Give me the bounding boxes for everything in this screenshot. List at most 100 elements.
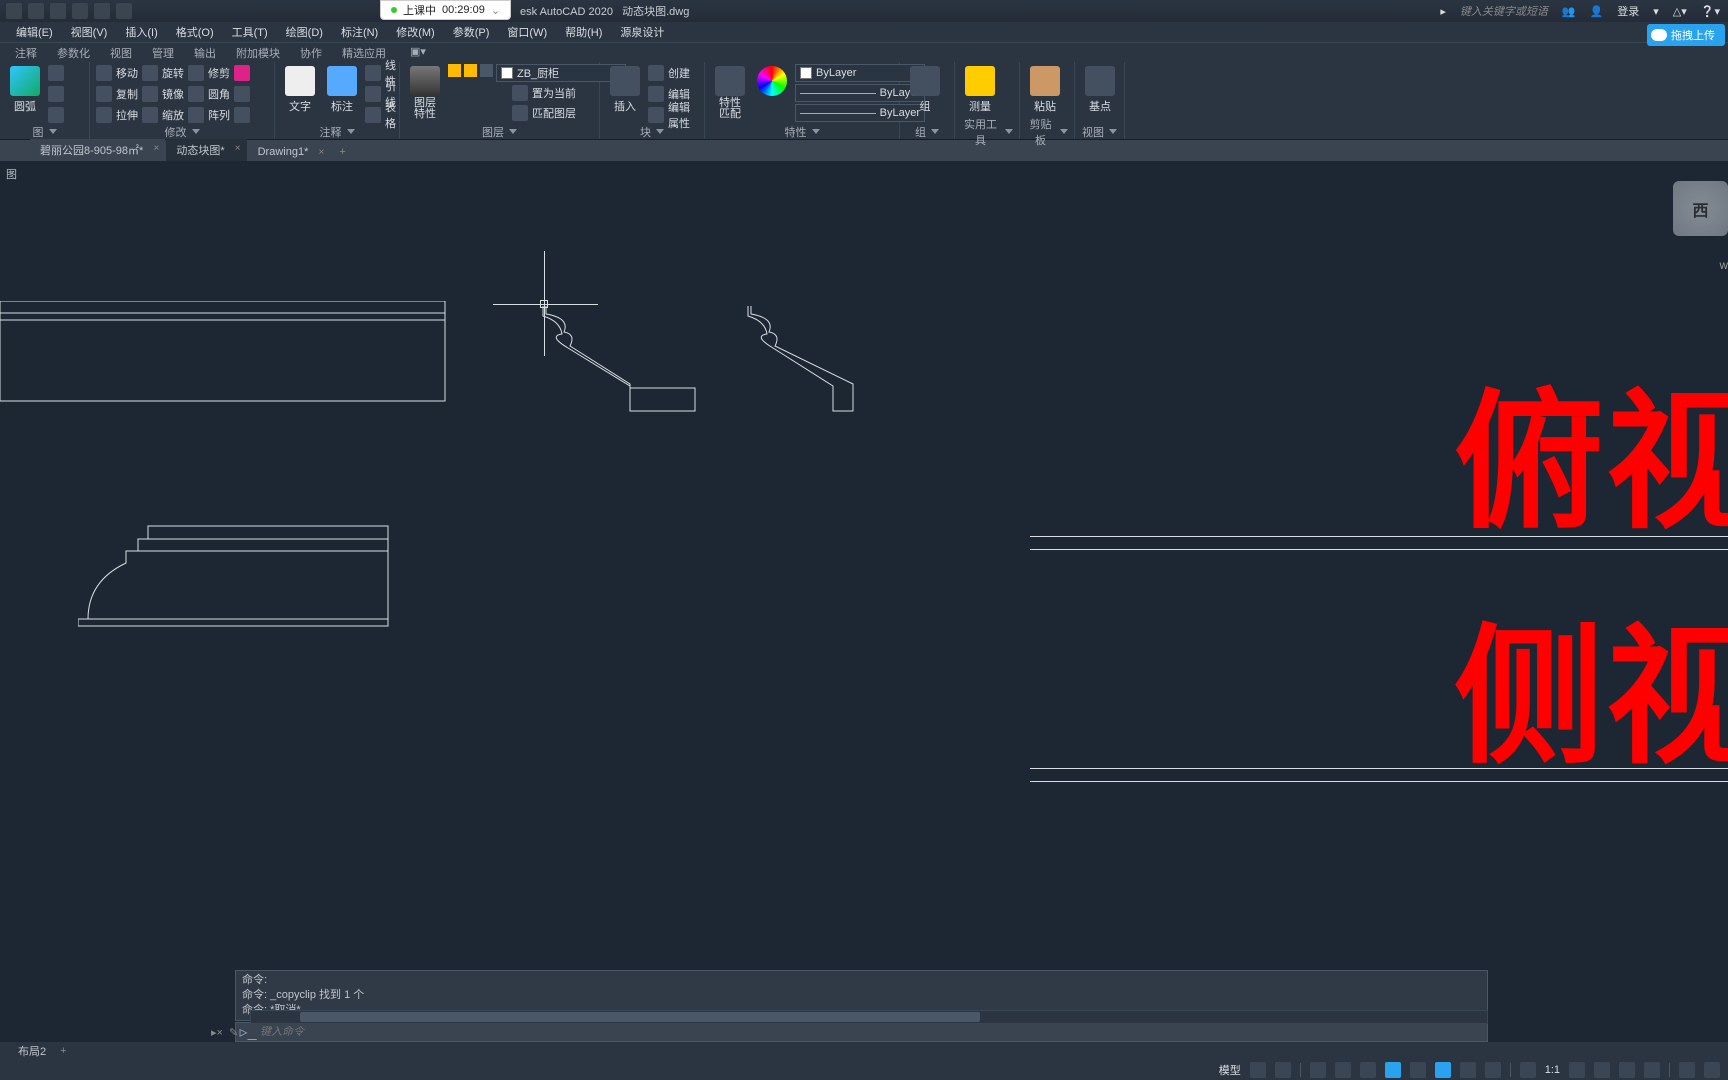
file-tab-0[interactable]: 碧丽公园8-905-98㎡*× xyxy=(30,139,165,161)
trim-button[interactable]: 修剪 xyxy=(188,64,230,82)
status-polar-icon[interactable] xyxy=(1335,1062,1351,1078)
set-current-button[interactable]: 置为当前 xyxy=(512,84,576,102)
help-icon[interactable]: ❔▾ xyxy=(1701,5,1720,18)
baidu-upload-button[interactable]: 拖拽上传 xyxy=(1647,24,1725,46)
menu-window[interactable]: 窗口(W) xyxy=(499,22,555,42)
scrollbar-thumb[interactable] xyxy=(300,1012,980,1022)
layer-ic-7[interactable] xyxy=(480,104,493,117)
eraser-button[interactable] xyxy=(234,64,250,82)
layer-ic-4[interactable] xyxy=(496,84,509,97)
status-ortho-icon[interactable] xyxy=(1310,1062,1326,1078)
scale-button[interactable]: 缩放 xyxy=(142,106,184,124)
rotate-button[interactable]: 旋转 xyxy=(142,64,184,82)
menu-edit[interactable]: 编辑(E) xyxy=(8,22,61,42)
rect-button[interactable] xyxy=(48,64,64,82)
status-otrack-icon[interactable] xyxy=(1435,1062,1451,1078)
panel-annot-expand-icon[interactable] xyxy=(347,129,355,134)
close-icon[interactable]: × xyxy=(153,143,159,154)
layer-ic-3[interactable] xyxy=(480,84,493,97)
panel-draw-expand-icon[interactable] xyxy=(49,129,57,134)
status-ws-icon[interactable] xyxy=(1619,1062,1635,1078)
status-trans-icon[interactable] xyxy=(1485,1062,1501,1078)
social-icon[interactable]: 👥 xyxy=(1562,5,1576,18)
mirror-button[interactable]: 镜像 xyxy=(142,85,184,103)
ribtab-annotate[interactable]: 注释 xyxy=(6,43,46,62)
status-anno-icon[interactable] xyxy=(1594,1062,1610,1078)
status-custom-icon[interactable] xyxy=(1704,1062,1720,1078)
insert-button[interactable]: 插入 xyxy=(606,64,644,124)
table-button[interactable]: 表格 xyxy=(365,106,396,124)
circle-button[interactable] xyxy=(48,85,64,103)
array-button[interactable]: 阵列 xyxy=(188,106,230,124)
explode-button[interactable] xyxy=(234,85,250,103)
ribtab-view[interactable]: 视图 xyxy=(101,43,141,62)
qat-print-icon[interactable] xyxy=(72,3,88,19)
ribtab-output[interactable]: 输出 xyxy=(185,43,225,62)
sun-icon[interactable] xyxy=(464,64,477,77)
offset-button[interactable] xyxy=(234,106,250,124)
status-lwt-icon[interactable] xyxy=(1460,1062,1476,1078)
cart-icon[interactable]: ▾ xyxy=(1653,5,1659,18)
copy-button[interactable]: 复制 xyxy=(96,85,138,103)
qat-save-icon[interactable] xyxy=(6,3,22,19)
move-button[interactable]: 移动 xyxy=(96,64,138,82)
status-monitor-icon[interactable] xyxy=(1644,1062,1660,1078)
status-snap-icon[interactable] xyxy=(1275,1062,1291,1078)
qat-saveall-icon[interactable] xyxy=(50,3,66,19)
menu-dim[interactable]: 标注(N) xyxy=(333,22,386,42)
create-block-button[interactable]: 创建 xyxy=(648,64,698,82)
login-link[interactable]: 登录 xyxy=(1617,3,1639,19)
match-layer-button[interactable]: 匹配图层 xyxy=(512,104,576,122)
layer-ic-2[interactable] xyxy=(464,84,477,97)
layer-ic-8[interactable] xyxy=(496,104,509,117)
status-3dosnap-icon[interactable] xyxy=(1410,1062,1426,1078)
close-icon[interactable]: × xyxy=(235,143,241,154)
group-button[interactable]: 组 xyxy=(906,64,944,124)
layer-ic-5[interactable] xyxy=(448,104,461,117)
menu-format[interactable]: 格式(O) xyxy=(168,22,222,42)
panel-clip-expand-icon[interactable] xyxy=(1060,129,1068,134)
panel-block-expand-icon[interactable] xyxy=(656,129,664,134)
match-props-button[interactable]: 特性 匹配 xyxy=(711,64,749,124)
horizontal-scrollbar[interactable] xyxy=(250,1010,1488,1024)
ribtab-expand-icon[interactable]: ▣▾ xyxy=(401,43,435,62)
command-line[interactable]: ▹_ xyxy=(235,1022,1488,1042)
ribtab-addin[interactable]: 附加模块 xyxy=(227,43,289,62)
qat-open-icon[interactable] xyxy=(28,3,44,19)
status-scale-value[interactable]: 1:1 xyxy=(1545,1064,1560,1076)
panel-util-expand-icon[interactable] xyxy=(1005,129,1013,134)
text-button[interactable]: 文字 xyxy=(281,64,319,124)
menu-help[interactable]: 帮助(H) xyxy=(557,22,610,42)
menu-modify[interactable]: 修改(M) xyxy=(388,22,443,42)
bulb-icon[interactable] xyxy=(448,64,461,77)
panel-view-expand-icon[interactable] xyxy=(1109,129,1117,134)
layer-ic-1[interactable] xyxy=(448,84,461,97)
qat-redo-icon[interactable] xyxy=(116,3,132,19)
dim-button[interactable]: 标注 xyxy=(323,64,361,124)
menu-view[interactable]: 视图(V) xyxy=(63,22,116,42)
status-clean-icon[interactable] xyxy=(1679,1062,1695,1078)
menu-yuanquan[interactable]: 源泉设计 xyxy=(612,22,672,42)
status-cycle-icon[interactable] xyxy=(1520,1062,1536,1078)
wcs-label[interactable]: W xyxy=(1720,261,1728,271)
stretch-button[interactable]: 拉伸 xyxy=(96,106,138,124)
lesson-status-banner[interactable]: 上课中 00:29:09 ⌄ xyxy=(380,0,511,20)
close-icon[interactable]: × xyxy=(319,147,325,158)
fillet-button[interactable]: 圆角 xyxy=(188,85,230,103)
status-osnap-icon[interactable] xyxy=(1385,1062,1401,1078)
panel-modify-expand-icon[interactable] xyxy=(192,129,200,134)
status-iso-icon[interactable] xyxy=(1360,1062,1376,1078)
layer-props-button[interactable]: 图层 特性 xyxy=(406,64,444,124)
triangle-icon[interactable]: △▾ xyxy=(1673,5,1687,18)
lock-icon[interactable] xyxy=(480,64,493,77)
color-wheel-button[interactable] xyxy=(753,64,791,124)
hatch-button[interactable] xyxy=(48,106,64,124)
menu-tools[interactable]: 工具(T) xyxy=(224,22,276,42)
cmd-close-icon[interactable]: ▸× ✎ xyxy=(211,1026,238,1039)
drawing-canvas[interactable]: 图 俯视 侧视 西 W xyxy=(0,161,1728,1042)
search-placeholder[interactable]: 键入关键字或短语 xyxy=(1460,3,1548,19)
ribtab-param[interactable]: 参数化 xyxy=(48,43,99,62)
layer-ic-6[interactable] xyxy=(464,104,477,117)
panel-layer-expand-icon[interactable] xyxy=(509,129,517,134)
qat-undo-icon[interactable] xyxy=(94,3,110,19)
